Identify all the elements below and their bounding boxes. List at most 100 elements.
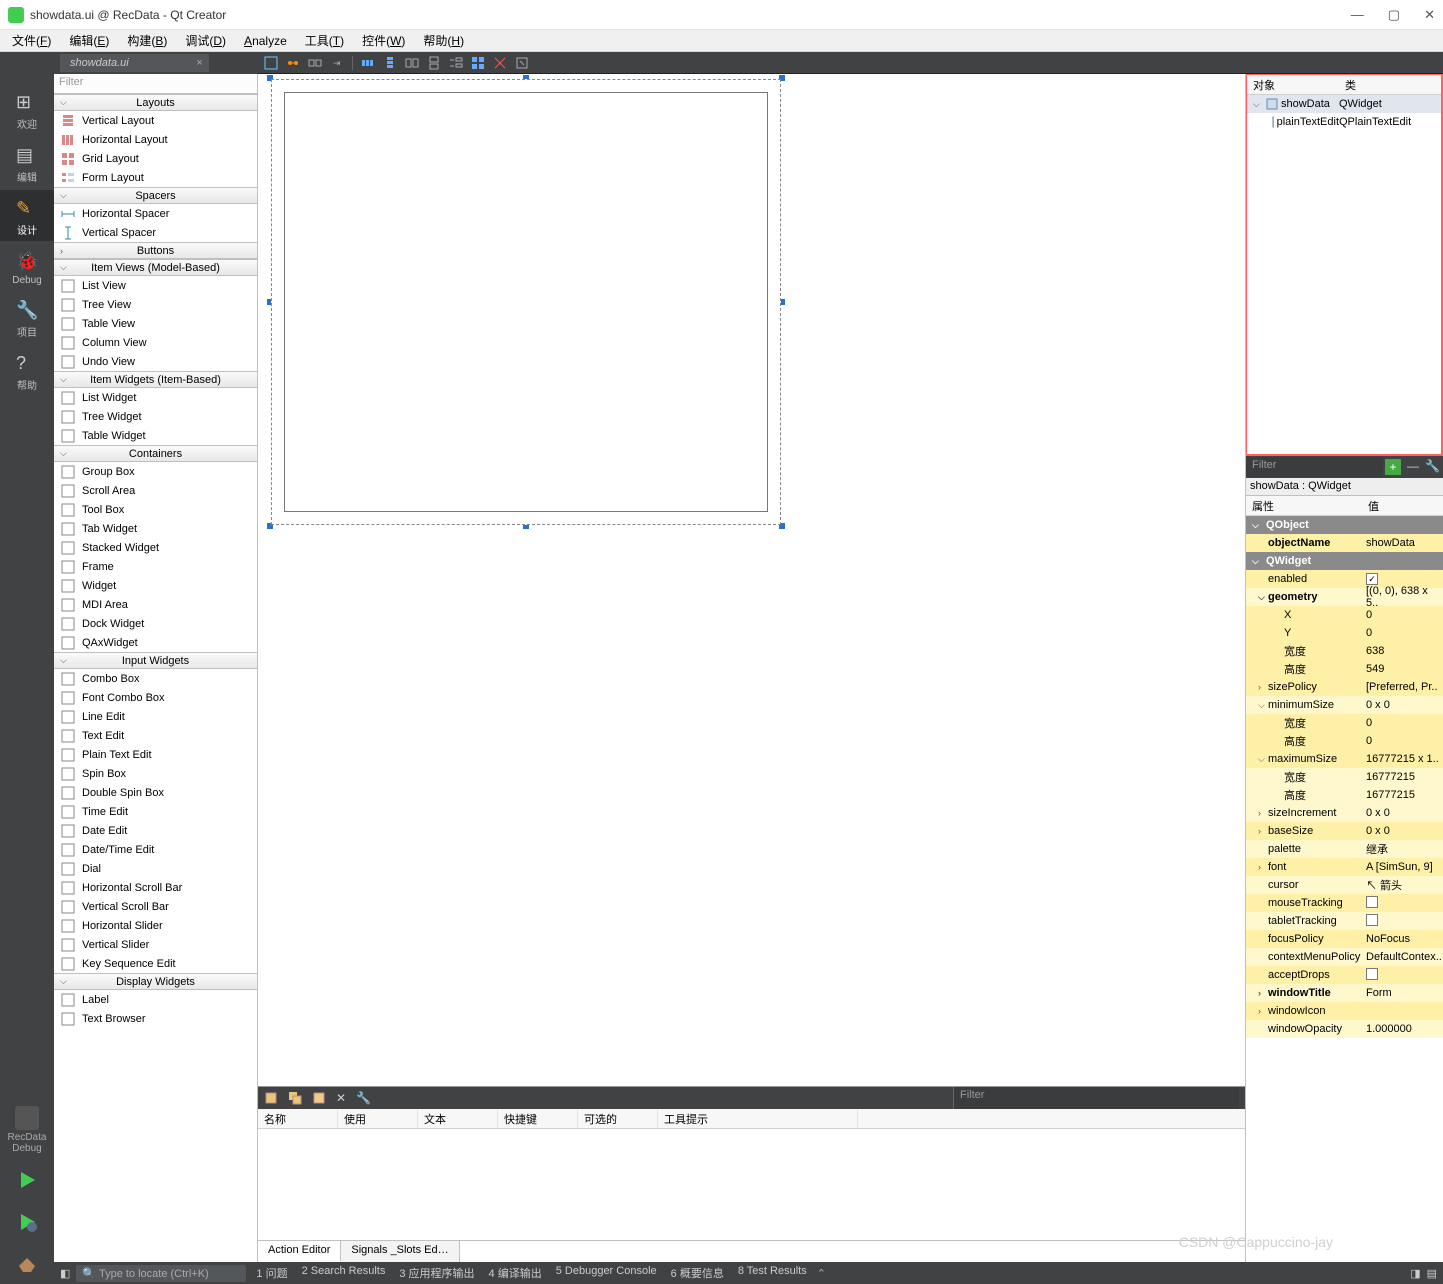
output-pane-tab[interactable]: 6 概要信息 (667, 1265, 728, 1281)
menu-编辑[interactable]: 编辑(E) (61, 30, 117, 51)
widget-item[interactable]: Date/Time Edit (54, 840, 257, 859)
menu-调试[interactable]: 调试(D) (177, 30, 234, 51)
widget-item[interactable]: Column View (54, 333, 257, 352)
property-row[interactable]: contextMenuPolicyDefaultContex.. (1246, 948, 1443, 966)
edit-taborder-icon[interactable]: ⇥ (330, 56, 344, 70)
action-filter[interactable]: Filter (953, 1087, 1239, 1109)
widget-item[interactable]: Scroll Area (54, 481, 257, 500)
mode-项目[interactable]: 🔧项目 (0, 292, 54, 343)
mode-欢迎[interactable]: ⊞欢迎 (0, 84, 54, 135)
run-debug-button[interactable] (0, 1202, 54, 1242)
widget-item[interactable]: Combo Box (54, 669, 257, 688)
add-dynamic-prop-icon[interactable]: + (1385, 459, 1401, 475)
widget-item[interactable]: Plain Text Edit (54, 745, 257, 764)
widget-item[interactable]: MDI Area (54, 595, 257, 614)
property-row[interactable]: tabletTracking (1246, 912, 1443, 930)
widget-item[interactable]: Undo View (54, 352, 257, 371)
output-pane-tab[interactable]: 5 Debugger Console (552, 1265, 661, 1281)
widget-item[interactable]: Time Edit (54, 802, 257, 821)
widget-item[interactable]: Table View (54, 314, 257, 333)
new-action-icon[interactable] (264, 1091, 278, 1105)
menu-构建[interactable]: 构建(B) (119, 30, 175, 51)
mode-编辑[interactable]: ▤编辑 (0, 137, 54, 188)
property-row[interactable]: ›fontA [SimSun, 9] (1246, 858, 1443, 876)
property-row[interactable]: palette继承 (1246, 840, 1443, 858)
widget-item[interactable]: Vertical Scroll Bar (54, 897, 257, 916)
widget-item[interactable]: Tree Widget (54, 407, 257, 426)
widget-item[interactable]: Table Widget (54, 426, 257, 445)
widgetbox-category[interactable]: ⌵Spacers (54, 187, 257, 204)
widget-item[interactable]: Grid Layout (54, 149, 257, 168)
property-filter[interactable]: Filter (1246, 457, 1383, 477)
action-header[interactable]: 使用 (338, 1109, 418, 1128)
tab-showdata-ui[interactable]: showdata.ui × (60, 54, 209, 72)
bottom-tab[interactable]: Action Editor (258, 1241, 341, 1262)
widget-item[interactable]: Text Browser (54, 1009, 257, 1028)
widgetbox-category[interactable]: ›Buttons (54, 242, 257, 259)
paste-action-icon[interactable] (312, 1091, 326, 1105)
property-row[interactable]: cursor↖ 箭头 (1246, 876, 1443, 894)
widget-item[interactable]: Group Box (54, 462, 257, 481)
widget-item[interactable]: List Widget (54, 388, 257, 407)
adjust-size-icon[interactable] (515, 56, 529, 70)
widgetbox-category[interactable]: ⌵Item Views (Model-Based) (54, 259, 257, 276)
maximize-button[interactable]: ▢ (1388, 7, 1400, 23)
widget-item[interactable]: Tree View (54, 295, 257, 314)
action-header[interactable]: 快捷键 (498, 1109, 578, 1128)
widget-item[interactable]: Frame (54, 557, 257, 576)
output-pane-tab[interactable]: 2 Search Results (298, 1265, 390, 1281)
toggle-left-pane-icon[interactable]: ◧ (60, 1267, 70, 1280)
property-group[interactable]: ⌵QWidget (1246, 552, 1443, 570)
widget-item[interactable]: Vertical Spacer (54, 223, 257, 242)
widgetbox-category[interactable]: ⌵Containers (54, 445, 257, 462)
widget-item[interactable]: Horizontal Layout (54, 130, 257, 149)
property-row[interactable]: ⌵maximumSize16777215 x 1.. (1246, 750, 1443, 768)
menu-Analyze[interactable]: Analyze (236, 32, 295, 50)
menu-工具[interactable]: 工具(T) (297, 30, 352, 51)
widget-item[interactable]: QAxWidget (54, 633, 257, 652)
property-row[interactable]: 宽度0 (1246, 714, 1443, 732)
output-pane-tab[interactable]: 4 编译输出 (485, 1265, 546, 1281)
property-row[interactable]: 高度16777215 (1246, 786, 1443, 804)
plaintextedit-widget[interactable] (284, 92, 768, 512)
kit-selector[interactable]: RecDataDebug (0, 1102, 54, 1158)
output-pane-tab[interactable]: 3 应用程序输出 (395, 1265, 478, 1281)
layout-horizontal-icon[interactable] (361, 56, 375, 70)
property-row[interactable]: 宽度16777215 (1246, 768, 1443, 786)
close-tab-icon[interactable]: × (196, 57, 202, 69)
widget-item[interactable]: Dock Widget (54, 614, 257, 633)
property-row[interactable]: ›sizePolicy[Preferred, Pr.. (1246, 678, 1443, 696)
menu-控件[interactable]: 控件(W) (354, 30, 413, 51)
layout-hsplit-icon[interactable] (405, 56, 419, 70)
menu-帮助[interactable]: 帮助(H) (415, 30, 472, 51)
widget-item[interactable]: Horizontal Scroll Bar (54, 878, 257, 897)
statusbar-close-icon[interactable]: ⌃ (817, 1267, 826, 1280)
property-row[interactable]: acceptDrops (1246, 966, 1443, 984)
property-row[interactable]: windowOpacity1.000000 (1246, 1020, 1443, 1038)
widgetbox-category[interactable]: ⌵Layouts (54, 94, 257, 111)
toggle-sidebar-icon[interactable]: ◨ (1410, 1267, 1420, 1280)
widget-item[interactable]: Key Sequence Edit (54, 954, 257, 973)
layout-vsplit-icon[interactable] (427, 56, 441, 70)
widgetbox-filter[interactable]: Filter (54, 74, 257, 94)
mode-Debug[interactable]: 🐞Debug (0, 243, 54, 290)
mode-设计[interactable]: ✎设计 (0, 190, 54, 241)
property-row[interactable]: ›windowTitleForm (1246, 984, 1443, 1002)
widget-item[interactable]: Horizontal Slider (54, 916, 257, 935)
widget-item[interactable]: Line Edit (54, 707, 257, 726)
widget-item[interactable]: Tool Box (54, 500, 257, 519)
toggle-right-pane-icon[interactable]: ▤ (1427, 1267, 1437, 1280)
output-pane-tab[interactable]: 8 Test Results (734, 1265, 811, 1281)
tool-icon[interactable]: 🔧 (1425, 459, 1441, 475)
bottom-tab[interactable]: Signals _Slots Ed… (341, 1241, 459, 1262)
widgetbox-category[interactable]: ⌵Display Widgets (54, 973, 257, 990)
property-row[interactable]: mouseTracking (1246, 894, 1443, 912)
mode-帮助[interactable]: ?帮助 (0, 345, 54, 396)
remove-dynamic-prop-icon[interactable]: — (1405, 459, 1421, 475)
widget-item[interactable]: Tab Widget (54, 519, 257, 538)
property-row[interactable]: X0 (1246, 606, 1443, 624)
property-row[interactable]: ›windowIcon (1246, 1002, 1443, 1020)
edit-signals-icon[interactable] (286, 56, 300, 70)
widget-item[interactable]: Vertical Layout (54, 111, 257, 130)
property-row[interactable]: Y0 (1246, 624, 1443, 642)
